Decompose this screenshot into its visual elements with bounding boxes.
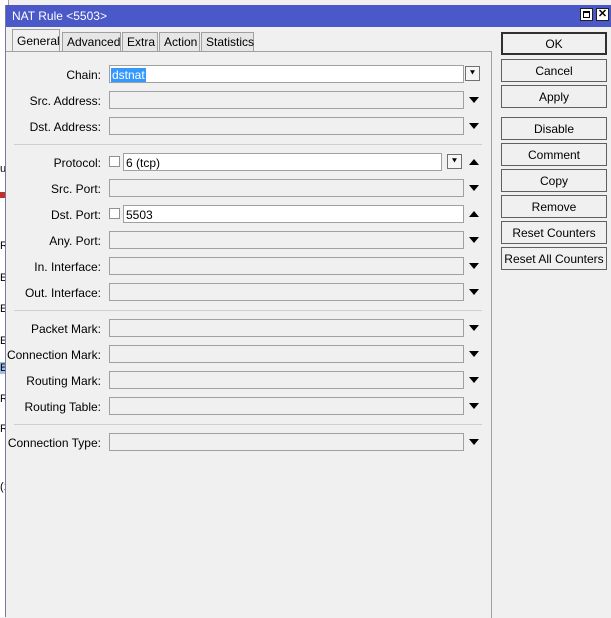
connection-type-field[interactable] xyxy=(109,433,464,451)
remove-button[interactable]: Remove xyxy=(501,195,607,218)
src-port-label: Src. Port: xyxy=(50,182,101,196)
dst-address-row: Dst. Address: xyxy=(6,117,491,137)
connection-type-expand-icon[interactable] xyxy=(469,439,479,445)
connection-mark-row: Connection Mark: xyxy=(6,345,491,365)
separator xyxy=(14,144,482,145)
chain-field[interactable]: dstnat xyxy=(109,65,464,83)
connection-mark-field[interactable] xyxy=(109,345,464,363)
out-interface-expand-icon[interactable] xyxy=(469,289,479,295)
copy-button[interactable]: Copy xyxy=(501,169,607,192)
routing-mark-row: Routing Mark: xyxy=(6,371,491,391)
close-button[interactable]: ✕ xyxy=(596,8,609,21)
in-interface-expand-icon[interactable] xyxy=(469,263,479,269)
out-interface-label: Out. Interface: xyxy=(24,286,101,300)
disable-button[interactable]: Disable xyxy=(501,117,607,140)
routing-mark-expand-icon[interactable] xyxy=(469,377,479,383)
title-bar[interactable]: NAT Rule <5503> ✕ xyxy=(6,5,611,27)
close-icon: ✕ xyxy=(597,8,608,20)
protocol-value: 6 (tcp) xyxy=(126,156,161,170)
src-address-field[interactable] xyxy=(109,91,464,109)
dst-port-value: 5503 xyxy=(126,208,153,222)
tab-bar: General Advanced Extra Action Statistics xyxy=(6,27,496,52)
connection-mark-expand-icon[interactable] xyxy=(469,351,479,357)
in-interface-field[interactable] xyxy=(109,257,464,275)
any-port-label: Any. Port: xyxy=(49,234,101,248)
general-form-panel: Chain: dstnat ⯆ Src. Address: Dst. Addre… xyxy=(6,51,492,618)
protocol-negate-checkbox[interactable] xyxy=(109,156,120,167)
chain-row: Chain: dstnat ⯆ xyxy=(6,65,491,85)
nat-rule-dialog: NAT Rule <5503> ✕ General Advanced Extra… xyxy=(5,5,611,618)
any-port-expand-icon[interactable] xyxy=(469,237,479,243)
ok-button[interactable]: OK xyxy=(501,32,607,55)
tab-statistics[interactable]: Statistics xyxy=(201,32,254,51)
chain-label: Chain: xyxy=(66,68,101,82)
any-port-field[interactable] xyxy=(109,231,464,249)
routing-table-field[interactable] xyxy=(109,397,464,415)
protocol-dropdown-button[interactable]: ⯆ xyxy=(447,154,462,169)
dst-address-expand-icon[interactable] xyxy=(469,123,479,129)
packet-mark-label: Packet Mark: xyxy=(30,322,101,336)
connection-type-row: Connection Type: xyxy=(6,433,491,453)
tab-advanced[interactable]: Advanced xyxy=(62,32,121,51)
in-interface-row: In. Interface: xyxy=(6,257,491,277)
dst-address-field[interactable] xyxy=(109,117,464,135)
separator xyxy=(14,424,482,425)
routing-mark-label: Routing Mark: xyxy=(26,374,101,388)
dst-port-negate-checkbox[interactable] xyxy=(109,208,120,219)
connection-mark-label: Connection Mark: xyxy=(6,348,101,362)
dst-port-field[interactable]: 5503 xyxy=(123,205,464,223)
out-interface-field[interactable] xyxy=(109,283,464,301)
dst-port-collapse-icon[interactable] xyxy=(469,211,479,217)
tab-extra[interactable]: Extra xyxy=(122,32,158,51)
maximize-button[interactable] xyxy=(580,8,593,21)
maximize-icon xyxy=(583,11,590,18)
chain-value: dstnat xyxy=(111,68,146,82)
src-address-label: Src. Address: xyxy=(29,94,101,108)
src-port-row: Src. Port: xyxy=(6,179,491,199)
in-interface-label: In. Interface: xyxy=(34,260,101,274)
apply-button[interactable]: Apply xyxy=(501,85,607,108)
src-address-expand-icon[interactable] xyxy=(469,97,479,103)
reset-all-counters-button[interactable]: Reset All Counters xyxy=(501,247,607,270)
protocol-collapse-icon[interactable] xyxy=(469,159,479,165)
packet-mark-expand-icon[interactable] xyxy=(469,325,479,331)
src-port-expand-icon[interactable] xyxy=(469,185,479,191)
any-port-row: Any. Port: xyxy=(6,231,491,251)
dst-port-row: Dst. Port: 5503 xyxy=(6,205,491,225)
tab-action[interactable]: Action xyxy=(159,32,200,51)
separator xyxy=(14,310,482,311)
dst-address-label: Dst. Address: xyxy=(29,120,101,134)
src-address-row: Src. Address: xyxy=(6,91,491,111)
window-title: NAT Rule <5503> xyxy=(12,9,107,23)
comment-button[interactable]: Comment xyxy=(501,143,607,166)
routing-mark-field[interactable] xyxy=(109,371,464,389)
routing-table-label: Routing Table: xyxy=(24,400,102,414)
protocol-field[interactable]: 6 (tcp) xyxy=(123,153,442,171)
dst-port-label: Dst. Port: xyxy=(50,208,101,222)
connection-type-label: Connection Type: xyxy=(7,436,101,450)
protocol-row: Protocol: 6 (tcp) ⯆ xyxy=(6,153,491,173)
out-interface-row: Out. Interface: xyxy=(6,283,491,303)
tab-general[interactable]: General xyxy=(12,29,60,52)
cancel-button[interactable]: Cancel xyxy=(501,59,607,82)
reset-counters-button[interactable]: Reset Counters xyxy=(501,221,607,244)
packet-mark-field[interactable] xyxy=(109,319,464,337)
routing-table-expand-icon[interactable] xyxy=(469,403,479,409)
routing-table-row: Routing Table: xyxy=(6,397,491,417)
src-port-field[interactable] xyxy=(109,179,464,197)
chain-dropdown-button[interactable]: ⯆ xyxy=(465,66,480,81)
packet-mark-row: Packet Mark: xyxy=(6,319,491,339)
protocol-label: Protocol: xyxy=(53,156,101,170)
